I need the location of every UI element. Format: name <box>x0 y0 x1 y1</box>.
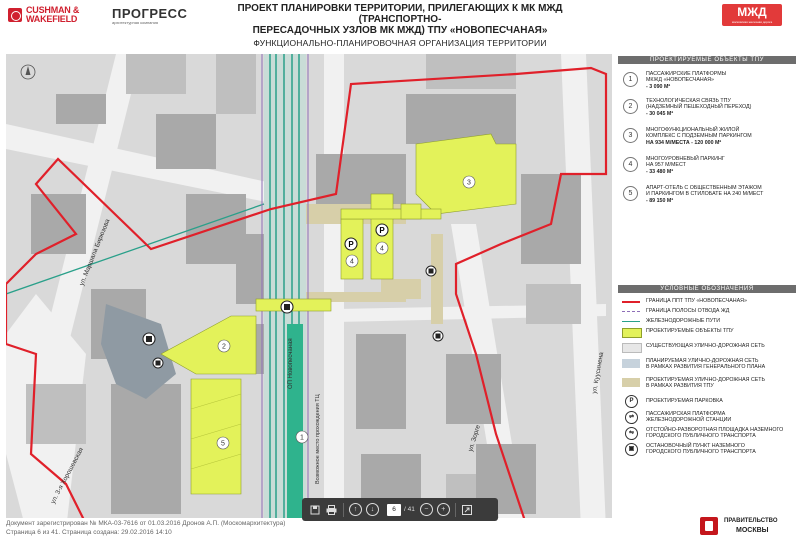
cushman-wakefield-wordmark: CUSHMAN & WAKEFIELD <box>26 6 79 24</box>
next-page-button[interactable]: ↓ <box>364 501 381 518</box>
object-marker-3: 3 <box>467 180 471 187</box>
objects-header: ПРОЕКТИРУЕМЫЕ ОБЪЕКТЫ ТПУ <box>618 56 796 64</box>
mzd-wordmark: МЖД <box>737 5 767 19</box>
legend-existing-road: СУЩЕСТВУЮЩАЯ УЛИЧНО-ДОРОЖНАЯ СЕТЬ <box>618 343 800 358</box>
arrow-up-icon: ↑ <box>349 503 362 516</box>
moscow-emblem-icon <box>700 517 718 535</box>
zoom-in-button[interactable]: + <box>435 501 452 518</box>
zoom-out-button[interactable]: − <box>418 501 435 518</box>
station-label: ОП Новопесчаная <box>288 338 294 389</box>
object-number: 2 <box>623 99 638 114</box>
fit-page-icon <box>462 504 473 515</box>
object-marker-1: 1 <box>300 435 304 442</box>
mzd-logo: МЖД московская железная дорога <box>722 4 782 26</box>
fit-page-button[interactable] <box>459 501 476 518</box>
object-marker-4b: 4 <box>380 246 384 253</box>
header: CUSHMAN & WAKEFIELD ПРОГРЕСС архитектурн… <box>0 0 800 56</box>
moscow-government-logo: ПРАВИТЕЛЬСТВО МОСКВЫ <box>700 515 800 538</box>
moscow-line2: МОСКВЫ <box>736 527 769 534</box>
pdf-viewer-toolbar: ↑ ↓ 6 / 41 − + <box>302 498 498 521</box>
cushman-wakefield-logo: CUSHMAN & WAKEFIELD <box>8 6 79 24</box>
legend-planned-road: ПЛАНИРУЕМАЯ УЛИЧНО-ДОРОЖНАЯ СЕТЬ В РАМКА… <box>618 358 800 377</box>
object-item-5: 5 АПАРТ-ОТЕЛЬ С ОБЩЕСТВЕННЫМ ЭТАЖОМ И ПА… <box>618 185 800 215</box>
object-marker-2: 2 <box>222 344 226 351</box>
object-item-4: 4 МНОГОУРОВНЕВЫЙ ПАРКИНГ НА 957 М/МЕСТ -… <box>618 156 800 185</box>
legend-designed-road: ПРОЕКТИРУЕМАЯ УЛИЧНО-ДОРОЖНАЯ СЕТЬ В РАМ… <box>618 377 800 395</box>
object-number: 5 <box>623 186 638 201</box>
title-line2: ПЕРЕСАДОЧНЫХ УЗЛОВ МК МЖД) ТПУ «НОВОПЕСЧ… <box>252 25 548 36</box>
page-title: ПРОЕКТ ПЛАНИРОВКИ ТЕРРИТОРИИ, ПРИЛЕГАЮЩИ… <box>200 3 600 36</box>
object-number: 3 <box>623 128 638 143</box>
arrow-down-icon: ↓ <box>366 503 379 516</box>
legend-parking: P ПРОЕКТИРУЕМАЯ ПАРКОВКА <box>618 395 800 411</box>
parking-icon: P <box>348 240 354 249</box>
legend-swatch-existing-road <box>622 343 642 353</box>
legend-rail-strip: ГРАНИЦА ПОЛОСЫ ОТВОДА ЖД <box>618 308 800 318</box>
legend-swatch-rail <box>622 321 640 322</box>
legend-header: УСЛОВНЫЕ ОБОЗНАЧЕНИЯ <box>618 285 796 293</box>
page-subtitle: ФУНКЦИОНАЛЬНО-ПЛАНИРОВОЧНАЯ ОРГАНИЗАЦИЯ … <box>253 38 547 48</box>
legend-swatch-tpu <box>622 328 642 338</box>
platform-icon: ⇌ <box>625 411 638 424</box>
legend-boundary: ГРАНИЦА ППТ ТПУ «НОВОПЕСЧАНАЯ» <box>618 298 800 308</box>
legend-swatch-designed-road <box>622 378 640 387</box>
object-item-1: 1 ПАССАЖИРСКИЕ ПЛАТФОРМЫ МКЖД «НОВОПЕСЧА… <box>618 71 800 98</box>
cushman-wakefield-mark-icon <box>8 8 22 22</box>
object-number: 4 <box>623 157 638 172</box>
page-info: Страница 6 из 41. Страница создана: 29.0… <box>6 529 172 536</box>
legend-rail: ЖЕЛЕЗНОДОРОЖНЫЕ ПУТИ <box>618 318 800 328</box>
legend-swatch-planned-road <box>622 359 640 368</box>
possible-route-label: Возможное место прохождения ТЦ <box>315 394 321 484</box>
object-item-2: 2 ТЕХНОЛОГИЧЕСКАЯ СВЯЗЬ ТПУ (НАДЗЕМНЫЙ П… <box>618 98 800 127</box>
legend-swatch-rail-strip <box>622 311 640 312</box>
legend-stop: ▣ ОСТАНОВОЧНЫЙ ПУНКТ НАЗЕМНОГО ГОРОДСКОГ… <box>618 443 800 459</box>
parking-icon: P <box>625 395 638 408</box>
turnaround-icon: ⇋ <box>625 427 638 440</box>
mzd-subtitle: московская железная дорога <box>731 20 773 24</box>
prev-page-button[interactable]: ↑ <box>347 501 364 518</box>
save-icon[interactable] <box>306 501 323 518</box>
object-item-3: 3 МНОГОФУНКЦИОНАЛЬНЫЙ ЖИЛОЙ КОМПЛЕКС С П… <box>618 127 800 156</box>
footer: Документ зарегистрирован № МКА-03-7616 о… <box>0 518 612 538</box>
legend-tpu: ПРОЕКТИРУЕМЫЕ ОБЪЕКТЫ ТПУ <box>618 328 800 343</box>
progress-logo: ПРОГРЕСС архитектурная компания <box>112 6 187 25</box>
cw-brand-line2: WAKEFIELD <box>26 14 78 24</box>
registration-note: Документ зарегистрирован № МКА-03-7616 о… <box>6 520 286 527</box>
page-number-input[interactable]: 6 <box>387 503 401 516</box>
legend-swatch-boundary <box>622 301 640 303</box>
object-marker-4a: 4 <box>350 259 354 266</box>
minus-icon: − <box>419 503 433 516</box>
object-number: 1 <box>623 72 638 87</box>
legend-panel: ПРОЕКТИРУЕМЫЕ ОБЪЕКТЫ ТПУ 1 ПАССАЖИРСКИЕ… <box>612 56 800 538</box>
legend-platform: ⇌ ПАССАЖИРСКАЯ ПЛАТФОРМА ЖЕЛЕЗНОДОРОЖНОЙ… <box>618 411 800 427</box>
planning-map[interactable]: 2 3 4 4 5 1 P P ул. Маршала Бирюзова ОП … <box>6 54 612 530</box>
print-icon[interactable] <box>323 501 340 518</box>
moscow-line1: ПРАВИТЕЛЬСТВО <box>724 518 778 524</box>
page-total: / 41 <box>404 506 415 513</box>
parking-icon: P <box>379 226 385 235</box>
object-marker-5: 5 <box>221 441 225 448</box>
bus-stop-icon: ▣ <box>625 443 638 456</box>
title-line1: ПРОЕКТ ПЛАНИРОВКИ ТЕРРИТОРИИ, ПРИЛЕГАЮЩИ… <box>237 3 563 25</box>
plus-icon: + <box>436 503 450 516</box>
progress-wordmark: ПРОГРЕСС <box>112 6 188 21</box>
legend-turnaround: ⇋ ОТСТОЙНО-РАЗВОРОТНАЯ ПЛОЩАДКА НАЗЕМНОГ… <box>618 427 800 443</box>
